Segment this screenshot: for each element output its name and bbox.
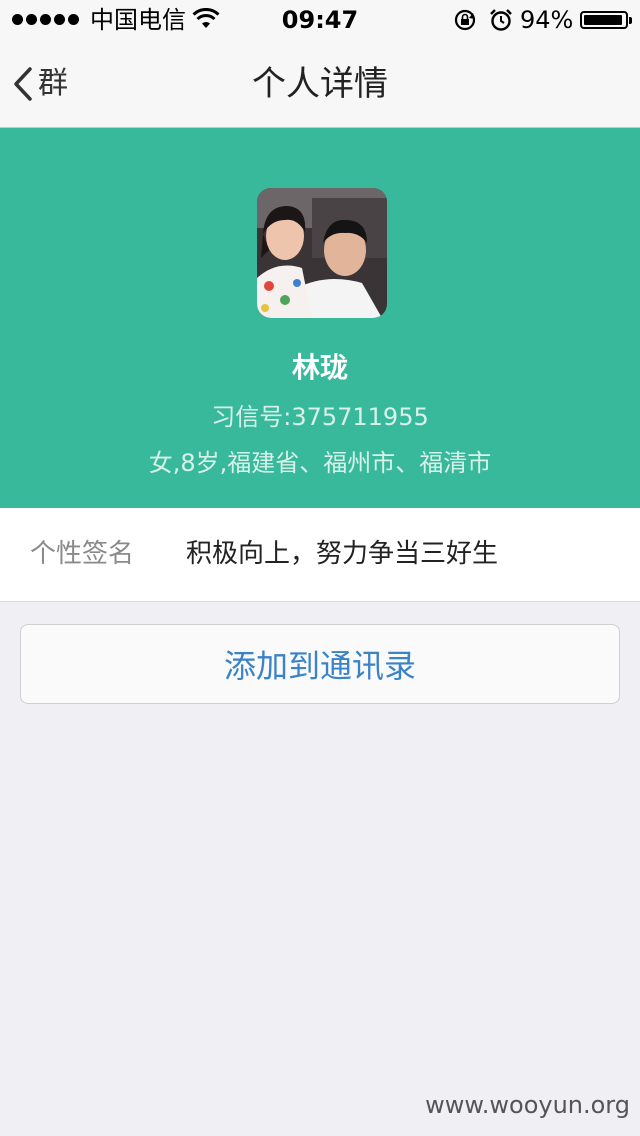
profile-id: 习信号:375711955 — [211, 403, 429, 431]
profile-header: 林珑 习信号:375711955 女,8岁,福建省、福州市、福清市 — [0, 128, 640, 508]
avatar-photo — [257, 188, 387, 318]
nav-bar: 群 个人详情 — [0, 40, 640, 128]
battery-icon — [580, 11, 632, 29]
avatar[interactable] — [257, 188, 387, 318]
add-to-contacts-button[interactable]: 添加到通讯录 — [20, 624, 620, 704]
rotation-lock-icon — [454, 9, 476, 31]
status-bar: 中国电信 09:47 94% — [0, 0, 640, 40]
profile-info: 女,8岁,福建省、福州市、福清市 — [148, 449, 492, 477]
profile-name: 林珑 — [291, 351, 348, 384]
signature-value: 积极向上，努力争当三好生 — [186, 539, 499, 569]
alarm-icon — [490, 9, 512, 31]
signature-row: 个性签名 积极向上，努力争当三好生 — [0, 508, 640, 602]
watermark: www.wooyun.org — [425, 1091, 630, 1119]
battery-percent: 94% — [520, 6, 574, 34]
page-title: 个人详情 — [252, 64, 388, 104]
signature-label: 个性签名 — [30, 539, 135, 569]
